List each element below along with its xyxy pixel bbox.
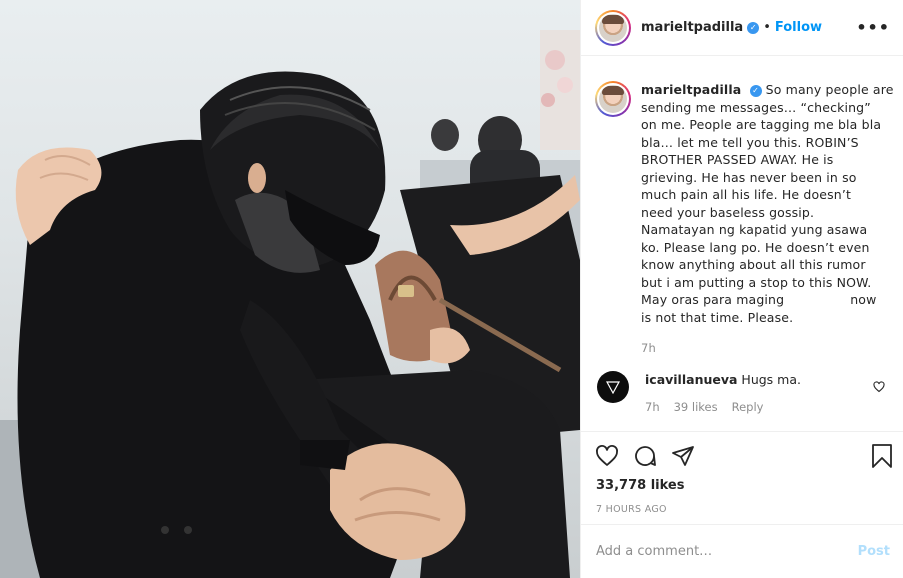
bookmark-glyph <box>872 444 892 468</box>
caption-line-2: sending me messages… “checking” <box>641 99 871 115</box>
verified-icon: ✓ <box>747 21 760 34</box>
comment-text: Hugs ma. <box>741 372 801 387</box>
caption: marieltpadilla ✓ So many people are send… <box>595 81 895 358</box>
caption-verified-icon: ✓ <box>749 84 762 97</box>
triangle-logo-icon <box>606 381 620 394</box>
caption-line-13-tail: now <box>850 292 877 307</box>
comment-username[interactable]: icavillanueva <box>645 372 737 387</box>
caption-line-12: but i am putting a stop to this NOW. <box>641 274 872 290</box>
caption-line-10: ko. Please lang po. He doesn’t even <box>641 239 870 255</box>
comment-glyph <box>635 446 656 466</box>
caption-line-1: So many people are <box>765 82 894 97</box>
share-icon[interactable] <box>671 444 695 468</box>
avatar-frame <box>597 11 629 44</box>
caption-line-6: grieving. He has never been in so <box>641 169 857 185</box>
caption-line-4: bla… let me tell you this. ROBIN’S <box>641 134 859 150</box>
comment-time[interactable]: 7h <box>645 398 660 416</box>
follow-button[interactable]: Follow <box>775 20 822 35</box>
header-separator: • <box>763 20 771 35</box>
caption-line-7: much pain all his life. He doesn’t <box>641 187 852 202</box>
instagram-post: marieltpadilla ✓ • Follow ••• marieltpad… <box>0 0 903 578</box>
comments-section[interactable]: marieltpadilla ✓ So many people are send… <box>581 57 903 431</box>
comment-body: icavillanueva Hugs ma. 7h 39 likes Reply <box>645 371 855 416</box>
caption-line-5: BROTHER PASSED AWAY. He is <box>641 152 834 167</box>
caption-time[interactable]: 7h <box>641 340 895 358</box>
caption-body: marieltpadilla ✓ So many people are send… <box>641 81 895 358</box>
comment-avatar[interactable] <box>597 371 629 403</box>
heart-glyph <box>596 445 618 466</box>
comment-item: icavillanueva Hugs ma. 7h 39 likes Reply <box>595 371 895 416</box>
post-photo[interactable] <box>0 0 580 578</box>
photo-illustration <box>0 30 580 578</box>
caption-line-3: on me. People are tagging me bla bla <box>641 117 882 132</box>
likes-count[interactable]: 33,778 likes <box>596 478 684 493</box>
caption-username[interactable]: marieltpadilla <box>641 82 741 97</box>
avatar[interactable] <box>595 9 631 46</box>
caption-line-11: know anything about all this rumor <box>641 257 866 272</box>
header-username[interactable]: marieltpadilla <box>641 20 743 35</box>
post-button[interactable]: Post <box>858 544 890 559</box>
comment-input[interactable] <box>596 544 846 559</box>
caption-avatar[interactable] <box>595 81 631 117</box>
heart-outline-icon <box>873 381 885 393</box>
post-side-panel: marieltpadilla ✓ • Follow ••• marieltpad… <box>580 0 903 578</box>
comment-like-icon[interactable] <box>873 381 885 397</box>
comment-likes[interactable]: 39 likes <box>674 398 718 416</box>
caption-line-14: is not that time. Please. <box>641 309 794 325</box>
caption-line-13: May oras para maging <box>641 292 785 307</box>
more-icon[interactable]: ••• <box>856 18 890 37</box>
caption-avatar-image <box>599 85 627 113</box>
post-header: marieltpadilla ✓ • Follow ••• <box>581 0 903 56</box>
caption-line-9: Namatayan ng kapatid yung asawa <box>641 222 868 237</box>
post-actions: 33,778 likes 7 HOURS AGO <box>581 431 903 523</box>
heart-icon[interactable] <box>595 444 619 468</box>
posted-time[interactable]: 7 HOURS AGO <box>596 504 667 515</box>
caption-avatar-frame <box>597 83 629 115</box>
caption-line-8: need your baseless gossip. <box>641 204 815 220</box>
share-glyph <box>672 446 694 466</box>
add-comment-bar: Post <box>581 524 903 578</box>
comment-meta: 7h 39 likes Reply <box>645 398 855 416</box>
reply-button[interactable]: Reply <box>732 398 764 416</box>
avatar-image <box>599 13 627 42</box>
comment-icon[interactable] <box>633 444 657 468</box>
action-icons <box>595 444 695 468</box>
bookmark-icon[interactable] <box>871 444 893 468</box>
